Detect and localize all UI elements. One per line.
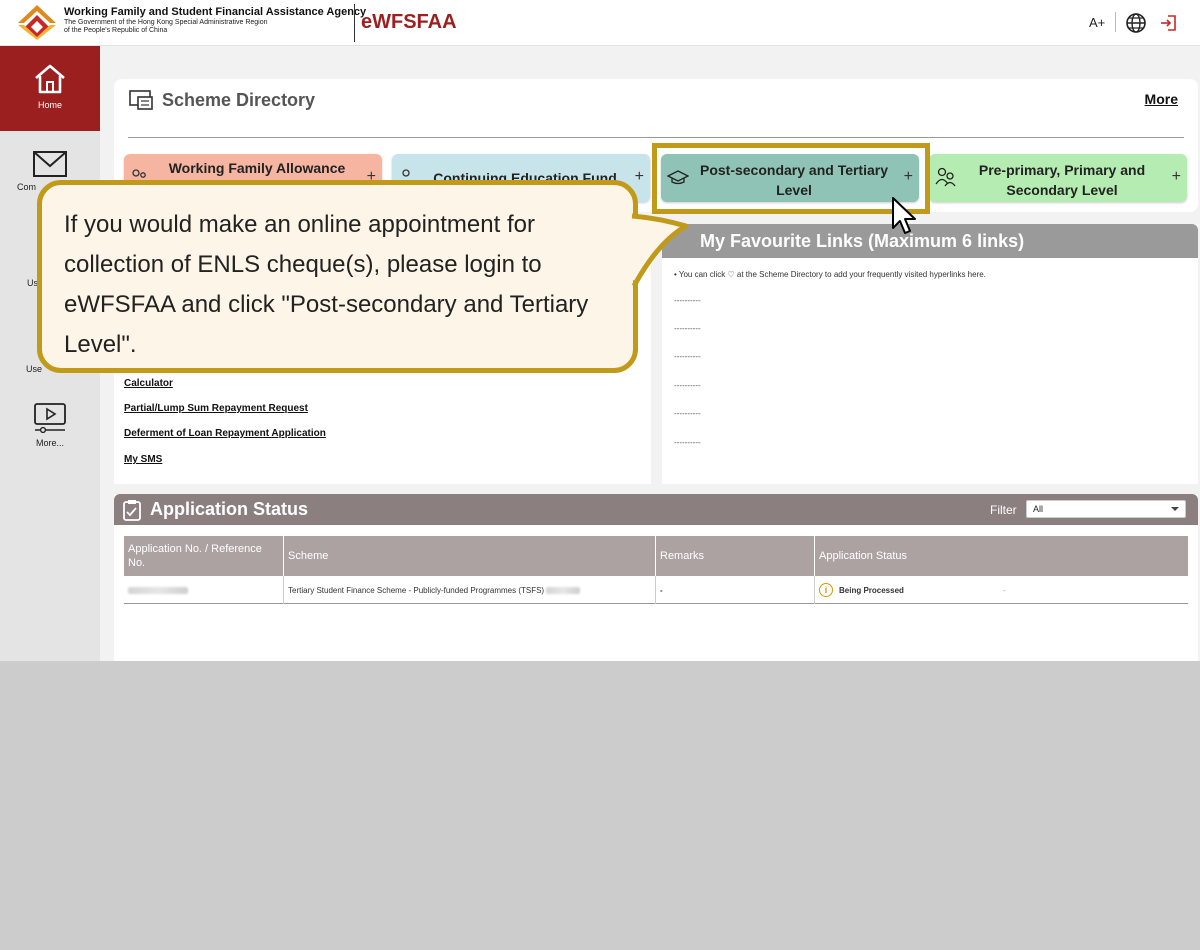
redacted-value bbox=[546, 586, 581, 594]
callout-pointer bbox=[628, 213, 689, 288]
callout-text: If you would make an online appointment … bbox=[64, 211, 589, 358]
column-header: Application No. / Reference No. bbox=[124, 536, 284, 576]
favourite-slot: ---------- bbox=[674, 324, 701, 333]
font-size-button[interactable]: A+ bbox=[1089, 15, 1105, 30]
application-status-title: Application Status bbox=[150, 499, 309, 519]
agency-logo-icon bbox=[18, 5, 56, 40]
link-repayment-request[interactable]: Partial/Lump Sum Repayment Request bbox=[124, 403, 308, 414]
favourite-links-header: My Favourite Links (Maximum 6 links) bbox=[662, 224, 1198, 258]
logout-icon[interactable] bbox=[1158, 13, 1178, 33]
reference-number-cell bbox=[124, 576, 284, 604]
link-my-sms[interactable]: My SMS bbox=[124, 454, 162, 465]
favourite-slot: ---------- bbox=[674, 381, 701, 390]
redacted-value bbox=[128, 586, 188, 594]
more-link[interactable]: More bbox=[1145, 91, 1178, 107]
column-header: Application Status bbox=[819, 550, 908, 562]
scheme-cell: Tertiary Student Finance Scheme - Public… bbox=[284, 576, 656, 604]
status-cell: i Being Processed bbox=[815, 576, 995, 604]
sidebar-item-label: Home bbox=[37, 100, 62, 110]
agency-subtitle-2: of the People's Republic of China bbox=[64, 27, 168, 34]
tab-label: Pre-primary, Primary and Secondary Level bbox=[978, 162, 1146, 198]
app-title: eWFSFAA bbox=[361, 11, 457, 33]
globe-icon[interactable] bbox=[1125, 12, 1147, 34]
header-bar: Working Family and Student Financial Ass… bbox=[0, 0, 1200, 46]
students-icon bbox=[935, 167, 956, 187]
status-table-header: Application No. / Reference No. Scheme R… bbox=[124, 536, 1188, 576]
favourite-links-note: • You can click ♡ at the Scheme Director… bbox=[674, 270, 986, 279]
link-deferment-application[interactable]: Deferment of Loan Repayment Application bbox=[124, 428, 326, 439]
filter-label: Filter bbox=[990, 503, 1017, 517]
column-header: Remarks bbox=[656, 536, 815, 576]
favourite-slot: ---------- bbox=[674, 352, 701, 361]
chevron-down-icon bbox=[1171, 507, 1179, 511]
filter-value: All bbox=[1033, 504, 1044, 514]
expand-plus-icon: + bbox=[1171, 168, 1181, 185]
favourite-slot: ---------- bbox=[674, 296, 701, 305]
scheme-name: Tertiary Student Finance Scheme - Public… bbox=[288, 585, 545, 595]
favourite-slot: ---------- bbox=[674, 409, 701, 418]
table-row[interactable]: Tertiary Student Finance Scheme - Public… bbox=[124, 576, 1188, 604]
tab-pre-primary-primary-secondary[interactable]: Pre-primary, Primary and Secondary Level… bbox=[929, 154, 1187, 202]
sidebar-item-more[interactable]: More... bbox=[0, 400, 100, 485]
column-header: Scheme bbox=[284, 536, 656, 576]
instruction-callout: If you would make an online appointment … bbox=[37, 180, 638, 373]
divider bbox=[128, 137, 1184, 138]
scheme-directory-title: Scheme Directory bbox=[162, 90, 316, 110]
tab-label: Working Family Allowance bbox=[168, 160, 346, 176]
directory-icon bbox=[129, 90, 153, 110]
link-calculator[interactable]: Calculator bbox=[124, 378, 173, 389]
video-icon bbox=[34, 403, 66, 434]
mail-icon bbox=[33, 151, 67, 177]
application-status-panel: Application Status Filter All Applicatio… bbox=[114, 494, 1198, 661]
extra-cell: - bbox=[1003, 585, 1006, 595]
header-separator bbox=[1115, 12, 1116, 32]
mouse-cursor-icon bbox=[892, 197, 916, 234]
favourite-links-title: My Favourite Links (Maximum 6 links) bbox=[700, 231, 1025, 251]
agency-name: Working Family and Student Financial Ass… bbox=[64, 6, 367, 18]
application-status-header: Application Status Filter All bbox=[114, 494, 1198, 525]
filter-select[interactable]: All bbox=[1026, 500, 1186, 518]
sidebar-item-label: More... bbox=[35, 438, 64, 448]
favourite-slot: ---------- bbox=[674, 438, 701, 447]
agency-name-block: Working Family and Student Financial Ass… bbox=[64, 6, 366, 35]
expand-plus-icon: + bbox=[634, 168, 644, 185]
info-icon: i bbox=[819, 583, 833, 597]
app-window: Working Family and Student Financial Ass… bbox=[0, 0, 1200, 661]
agency-subtitle-1: The Government of the Hong Kong Special … bbox=[64, 19, 268, 26]
highlight-frame bbox=[652, 143, 930, 214]
remarks-cell: - bbox=[656, 576, 815, 604]
home-icon bbox=[35, 64, 65, 94]
header-divider bbox=[354, 4, 355, 42]
favourite-links-panel: My Favourite Links (Maximum 6 links) • Y… bbox=[662, 224, 1198, 484]
sidebar-item-home[interactable]: Home bbox=[0, 46, 100, 131]
status-text: Being Processed bbox=[839, 585, 904, 595]
clipboard-icon bbox=[123, 500, 141, 521]
